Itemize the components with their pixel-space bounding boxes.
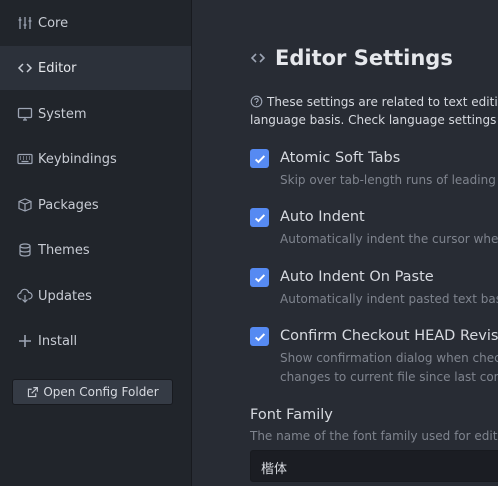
open-config-folder-label: Open Config Folder (43, 385, 159, 399)
setting-description: Skip over tab-length runs of leading w (280, 171, 498, 190)
code-icon (250, 50, 266, 66)
question-icon (250, 95, 263, 108)
sliders-icon (17, 15, 33, 31)
sidebar-item-label: Install (38, 333, 78, 349)
description-line-2: language basis. Check language settings … (250, 113, 498, 127)
cloud-download-icon (17, 288, 33, 304)
sidebar-item-install[interactable]: Install (0, 319, 191, 363)
setting-description: Show confirmation dialog when check chan… (280, 349, 498, 387)
description-line-1: These settings are related to text editi… (267, 95, 498, 109)
check-icon (254, 273, 265, 282)
setting-label: Confirm Checkout HEAD Revisio (280, 328, 498, 344)
font-family-label: Font Family (250, 407, 333, 423)
package-icon (17, 197, 33, 213)
paintcan-icon (17, 242, 33, 258)
sidebar-item-label: Updates (38, 288, 92, 304)
sidebar-item-system[interactable]: System (0, 92, 191, 136)
link-external-icon (28, 386, 39, 397)
setting-label: Auto Indent On Paste (280, 269, 434, 285)
sidebar-item-label: Editor (38, 60, 77, 76)
sidebar-item-label: Packages (38, 197, 99, 213)
sidebar-item-core[interactable]: Core (0, 1, 191, 45)
sidebar-item-themes[interactable]: Themes (0, 228, 191, 272)
setting-description: Automatically indent pasted text based (280, 290, 498, 309)
open-config-folder-button[interactable]: Open Config Folder (12, 379, 173, 405)
page-title: Editor Settings (250, 46, 453, 70)
monitor-icon (17, 106, 33, 122)
sidebar-item-editor[interactable]: Editor (0, 46, 191, 90)
auto-indent-on-paste-checkbox[interactable] (250, 268, 269, 287)
atomic-soft-tabs-checkbox[interactable] (250, 149, 269, 168)
setting-label: Auto Indent (280, 209, 365, 225)
setting-description-line: changes to current file since last comm (280, 370, 498, 384)
settings-description: These settings are related to text editi… (250, 93, 498, 129)
setting-description-line: Automatically indent the cursor when (280, 232, 498, 246)
setting-description: Automatically indent the cursor when (280, 230, 498, 249)
keyboard-icon (17, 151, 33, 167)
sidebar-item-packages[interactable]: Packages (0, 183, 191, 227)
confirm-checkout-head-revision-checkbox[interactable] (250, 327, 269, 346)
plus-icon (17, 333, 33, 349)
settings-sidebar: Core Editor System Keybindings Packages … (0, 0, 192, 486)
sidebar-item-label: Themes (38, 242, 90, 258)
sidebar-item-keybindings[interactable]: Keybindings (0, 137, 191, 181)
check-icon (254, 332, 265, 341)
sidebar-item-label: System (38, 106, 87, 122)
sidebar-item-label: Keybindings (38, 151, 117, 167)
sidebar-item-label: Core (38, 15, 69, 31)
setting-description-line: Automatically indent pasted text based (280, 292, 498, 306)
check-icon (254, 213, 265, 222)
check-icon (254, 154, 265, 163)
font-family-input[interactable]: 楷体 (250, 450, 498, 482)
setting-description-line: Show confirmation dialog when check (280, 351, 498, 365)
code-icon (17, 60, 33, 76)
auto-indent-checkbox[interactable] (250, 208, 269, 227)
font-family-description: The name of the font family used for edi… (250, 429, 498, 443)
page-title-text: Editor Settings (275, 46, 453, 70)
setting-label: Atomic Soft Tabs (280, 150, 401, 166)
sidebar-item-updates[interactable]: Updates (0, 274, 191, 318)
editor-settings-panel: Editor Settings These settings are relat… (192, 0, 498, 486)
setting-description-line: Skip over tab-length runs of leading w (280, 173, 498, 187)
